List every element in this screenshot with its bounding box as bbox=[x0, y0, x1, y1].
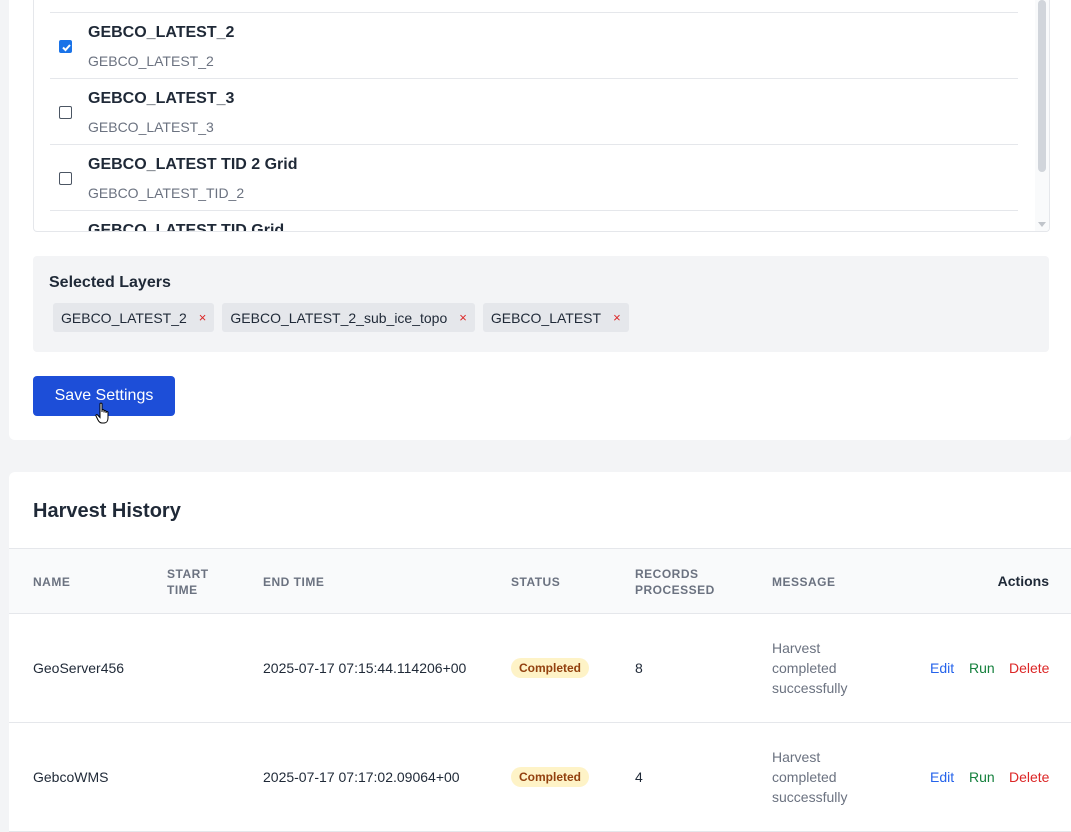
status-badge: Completed bbox=[511, 658, 590, 678]
layer-subtitle: GEBCO_LATEST_TID_2 bbox=[88, 185, 245, 201]
layer-subtitle: GEBCO_LATEST_2 bbox=[88, 53, 214, 69]
column-header-name: NAME bbox=[33, 575, 71, 589]
chip-label: GEBCO_LATEST bbox=[490, 309, 602, 326]
cell-end-time: 2025-07-17 07:15:44.114206+00 bbox=[263, 660, 467, 676]
layer-title: GEBCO_LATEST TID 2 Grid bbox=[88, 156, 298, 173]
run-link[interactable]: Run bbox=[969, 660, 995, 676]
cell-end-time: 2025-07-17 07:17:02.09064+00 bbox=[263, 769, 460, 785]
layer-item[interactable]: GEBCO_LATEST_3 GEBCO_LATEST_3 bbox=[50, 78, 1018, 145]
layer-list-scrollbar[interactable] bbox=[1035, 0, 1049, 231]
selected-layers-heading: Selected Layers bbox=[49, 274, 171, 291]
cell-message: Harvest completed successfully bbox=[772, 640, 848, 696]
delete-link[interactable]: Delete bbox=[1009, 660, 1049, 676]
delete-link[interactable]: Delete bbox=[1009, 769, 1049, 785]
column-header-status: STATUS bbox=[511, 575, 561, 589]
hand-cursor-icon bbox=[95, 402, 109, 424]
layer-item[interactable]: GEBCO_LATEST TID 2 Grid GEBCO_LATEST_TID… bbox=[50, 144, 1018, 211]
table-header: NAME START TIME END TIME STATUS RECORDS … bbox=[9, 548, 1071, 614]
cell-message: Harvest completed successfully bbox=[772, 749, 848, 805]
column-header-start-time: START TIME bbox=[167, 567, 209, 597]
layer-subtitle: GEBCO_LATEST_3 bbox=[88, 119, 214, 135]
layer-checkbox[interactable] bbox=[59, 172, 72, 185]
chip-label: GEBCO_LATEST_2 bbox=[61, 309, 187, 326]
layer-item[interactable]: GEBCO_LATEST TID Grid bbox=[50, 210, 1018, 232]
harvest-history-title: Harvest History bbox=[33, 500, 181, 522]
remove-chip-icon[interactable]: × bbox=[613, 310, 621, 325]
layer-title: GEBCO_LATEST TID Grid bbox=[88, 222, 285, 232]
layer-checkbox[interactable] bbox=[59, 40, 72, 53]
layer-chip: GEBCO_LATEST × bbox=[482, 303, 629, 332]
run-link[interactable]: Run bbox=[969, 769, 995, 785]
column-header-actions: Actions bbox=[997, 573, 1049, 589]
status-badge: Completed bbox=[511, 767, 590, 787]
column-header-end-time: END TIME bbox=[263, 575, 325, 589]
remove-chip-icon[interactable]: × bbox=[199, 310, 207, 325]
table-row: GebcoWMS 2025-07-17 07:17:02.09064+00 Co… bbox=[9, 723, 1071, 832]
cell-records: 8 bbox=[635, 660, 643, 676]
cell-records: 4 bbox=[635, 769, 643, 785]
scrollbar-thumb[interactable] bbox=[1038, 0, 1046, 172]
layer-item[interactable]: GEBCO_LATEST_2 GEBCO_LATEST_2 bbox=[50, 12, 1018, 79]
column-header-records-processed: RECORDS PROCESSED bbox=[635, 567, 715, 597]
cell-name: GeoServer456 bbox=[33, 660, 125, 676]
harvest-history-card: Harvest History NAME START TIME END TIME… bbox=[9, 472, 1071, 832]
cell-name: GebcoWMS bbox=[33, 769, 109, 785]
layer-list[interactable]: GEBCO_LATEST_2 GEBCO_LATEST_2 GEBCO_LATE… bbox=[33, 0, 1050, 232]
chip-label: GEBCO_LATEST_2_sub_ice_topo bbox=[230, 309, 448, 326]
scroll-down-arrow-icon[interactable] bbox=[1038, 222, 1046, 227]
layer-title: GEBCO_LATEST_2 bbox=[88, 24, 235, 41]
layer-chip: GEBCO_LATEST_2_sub_ice_topo × bbox=[222, 303, 475, 332]
edit-link[interactable]: Edit bbox=[930, 660, 954, 676]
layer-chip: GEBCO_LATEST_2 × bbox=[53, 303, 215, 332]
column-header-message: MESSAGE bbox=[772, 575, 836, 589]
selected-layers-panel: Selected Layers GEBCO_LATEST_2 × GEBCO_L… bbox=[33, 256, 1049, 352]
layer-checkbox[interactable] bbox=[59, 106, 72, 119]
selected-layers-chips: GEBCO_LATEST_2 × GEBCO_LATEST_2_sub_ice_… bbox=[53, 303, 629, 332]
layer-title: GEBCO_LATEST_3 bbox=[88, 90, 235, 107]
table-row: GeoServer456 2025-07-17 07:15:44.114206+… bbox=[9, 614, 1071, 723]
remove-chip-icon[interactable]: × bbox=[459, 310, 467, 325]
edit-link[interactable]: Edit bbox=[930, 769, 954, 785]
